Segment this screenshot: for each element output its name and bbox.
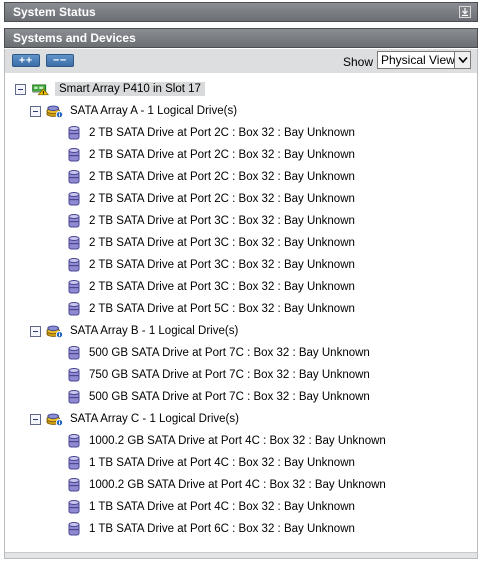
drive-node[interactable]: 1 TB SATA Drive at Port 6C : Box 32 : Ba… (65, 520, 355, 538)
systems-devices-header[interactable]: Systems and Devices (4, 28, 478, 48)
drive-node-label: 1 TB SATA Drive at Port 6C : Box 32 : Ba… (89, 523, 355, 535)
hard-drive-icon (65, 169, 83, 185)
system-status-header[interactable]: System Status (4, 2, 478, 22)
expand-all-button[interactable]: ++ (12, 54, 40, 67)
collapse-toggle-icon[interactable] (30, 413, 41, 425)
hard-drive-icon (65, 147, 83, 163)
chevron-down-icon[interactable] (454, 52, 470, 68)
hard-drive-icon (65, 455, 83, 471)
array-info-icon (46, 103, 64, 119)
hard-drive-icon (65, 499, 83, 515)
drive-node[interactable]: 1 TB SATA Drive at Port 4C : Box 32 : Ba… (65, 498, 355, 516)
hard-drive-icon (65, 433, 83, 449)
drive-node[interactable]: 2 TB SATA Drive at Port 5C : Box 32 : Ba… (65, 300, 355, 318)
view-select-value: Physical View (381, 53, 455, 67)
drive-node-label: 2 TB SATA Drive at Port 2C : Box 32 : Ba… (89, 149, 355, 161)
hard-drive-icon (65, 279, 83, 295)
controller-node-label: Smart Array P410 in Slot 17 (55, 82, 205, 96)
drive-node-label: 2 TB SATA Drive at Port 3C : Box 32 : Ba… (89, 259, 355, 271)
hard-drive-icon (65, 345, 83, 361)
drive-node[interactable]: 1 TB SATA Drive at Port 4C : Box 32 : Ba… (65, 454, 355, 472)
array-node[interactable]: SATA Array B - 1 Logical Drive(s) (30, 322, 238, 340)
drive-node-label: 500 GB SATA Drive at Port 7C : Box 32 : … (89, 391, 370, 403)
collapse-all-button[interactable]: −− (46, 54, 74, 67)
drive-node[interactable]: 2 TB SATA Drive at Port 2C : Box 32 : Ba… (65, 124, 355, 142)
drive-node[interactable]: 2 TB SATA Drive at Port 3C : Box 32 : Ba… (65, 212, 355, 230)
drive-node-label: 2 TB SATA Drive at Port 3C : Box 32 : Ba… (89, 281, 355, 293)
drive-node[interactable]: 1000.2 GB SATA Drive at Port 4C : Box 32… (65, 476, 386, 494)
drive-node-label: 500 GB SATA Drive at Port 7C : Box 32 : … (89, 347, 370, 359)
systems-devices-title: Systems and Devices (13, 31, 136, 45)
drive-node-label: 2 TB SATA Drive at Port 3C : Box 32 : Ba… (89, 215, 355, 227)
hard-drive-icon (65, 235, 83, 251)
drive-node-label: 1000.2 GB SATA Drive at Port 4C : Box 32… (89, 435, 386, 447)
array-info-icon (46, 323, 64, 339)
drive-node[interactable]: 2 TB SATA Drive at Port 2C : Box 32 : Ba… (65, 168, 355, 186)
array-node[interactable]: SATA Array A - 1 Logical Drive(s) (30, 102, 237, 120)
controller-warning-icon (31, 81, 49, 97)
collapse-toggle-icon[interactable] (30, 325, 41, 337)
array-node-label: SATA Array B - 1 Logical Drive(s) (70, 325, 239, 337)
view-select[interactable]: Physical View (377, 51, 471, 69)
drive-node[interactable]: 500 GB SATA Drive at Port 7C : Box 32 : … (65, 344, 370, 362)
device-tree: Smart Array P410 in Slot 17 SATA Array A … (4, 73, 478, 559)
drive-node[interactable]: 2 TB SATA Drive at Port 2C : Box 32 : Ba… (65, 146, 355, 164)
drive-node-label: 750 GB SATA Drive at Port 7C : Box 32 : … (89, 369, 370, 381)
drive-node[interactable]: 2 TB SATA Drive at Port 3C : Box 32 : Ba… (65, 278, 355, 296)
array-node-label: SATA Array C - 1 Logical Drive(s) (70, 413, 239, 425)
collapse-icon[interactable] (459, 6, 471, 18)
drive-node[interactable]: 750 GB SATA Drive at Port 7C : Box 32 : … (65, 366, 370, 384)
drive-node-label: 1000.2 GB SATA Drive at Port 4C : Box 32… (89, 479, 386, 491)
hard-drive-icon (65, 257, 83, 273)
drive-node-label: 1 TB SATA Drive at Port 4C : Box 32 : Ba… (89, 457, 355, 469)
hard-drive-icon (65, 301, 83, 317)
collapse-toggle-icon[interactable] (15, 83, 26, 95)
tree-footer (5, 552, 477, 558)
drive-node[interactable]: 2 TB SATA Drive at Port 2C : Box 32 : Ba… (65, 190, 355, 208)
array-node[interactable]: SATA Array C - 1 Logical Drive(s) (30, 410, 239, 428)
hard-drive-icon (65, 389, 83, 405)
hard-drive-icon (65, 213, 83, 229)
hard-drive-icon (65, 521, 83, 537)
drive-node-label: 2 TB SATA Drive at Port 5C : Box 32 : Ba… (89, 303, 355, 315)
drive-node[interactable]: 2 TB SATA Drive at Port 3C : Box 32 : Ba… (65, 256, 355, 274)
hard-drive-icon (65, 191, 83, 207)
hard-drive-icon (65, 125, 83, 141)
drive-node[interactable]: 2 TB SATA Drive at Port 3C : Box 32 : Ba… (65, 234, 355, 252)
hard-drive-icon (65, 367, 83, 383)
collapse-toggle-icon[interactable] (30, 105, 41, 117)
drive-node-label: 2 TB SATA Drive at Port 2C : Box 32 : Ba… (89, 193, 355, 205)
drive-node-label: 2 TB SATA Drive at Port 2C : Box 32 : Ba… (89, 127, 355, 139)
array-node-label: SATA Array A - 1 Logical Drive(s) (70, 105, 238, 117)
hard-drive-icon (65, 477, 83, 493)
show-label: Show (342, 55, 373, 69)
array-info-icon (46, 411, 64, 427)
drive-node-label: 2 TB SATA Drive at Port 2C : Box 32 : Ba… (89, 171, 355, 183)
drive-node[interactable]: 500 GB SATA Drive at Port 7C : Box 32 : … (65, 388, 370, 406)
drive-node-label: 2 TB SATA Drive at Port 3C : Box 32 : Ba… (89, 237, 355, 249)
controller-node[interactable]: Smart Array P410 in Slot 17 (15, 80, 205, 98)
drive-node[interactable]: 1000.2 GB SATA Drive at Port 4C : Box 32… (65, 432, 386, 450)
tree-toolbar: ++ −− Show Physical View (4, 49, 478, 73)
system-status-title: System Status (13, 5, 96, 19)
drive-node-label: 1 TB SATA Drive at Port 4C : Box 32 : Ba… (89, 501, 355, 513)
